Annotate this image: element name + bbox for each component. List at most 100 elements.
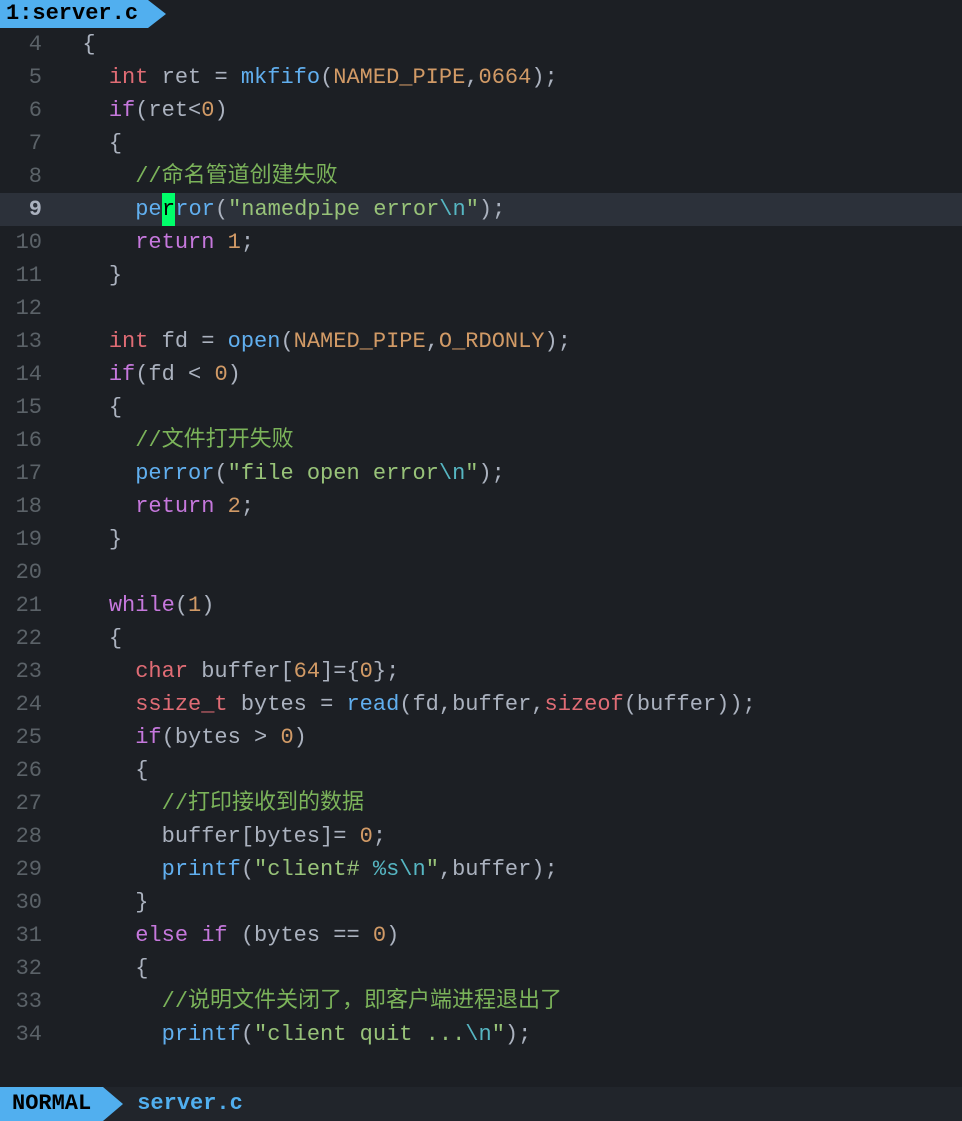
line-number: 12 — [0, 292, 56, 325]
line-number: 23 — [0, 655, 56, 688]
line-number: 21 — [0, 589, 56, 622]
line-number: 16 — [0, 424, 56, 457]
code-line[interactable]: 26 { — [0, 754, 962, 787]
code-content: if(bytes > 0) — [56, 721, 307, 754]
code-line[interactable]: 16 //文件打开失败 — [0, 424, 962, 457]
line-number: 8 — [0, 160, 56, 193]
line-number: 5 — [0, 61, 56, 94]
line-number: 33 — [0, 985, 56, 1018]
code-content: else if (bytes == 0) — [56, 919, 399, 952]
line-number: 9 — [0, 193, 56, 226]
code-line[interactable]: 21 while(1) — [0, 589, 962, 622]
line-number: 32 — [0, 952, 56, 985]
code-line[interactable]: 32 { — [0, 952, 962, 985]
line-number: 6 — [0, 94, 56, 127]
code-content: int ret = mkfifo(NAMED_PIPE,0664); — [56, 61, 558, 94]
code-content: { — [56, 754, 148, 787]
code-content: { — [56, 28, 96, 61]
code-line[interactable]: 31 else if (bytes == 0) — [0, 919, 962, 952]
code-line[interactable]: 34 printf("client quit ...\n"); — [0, 1018, 962, 1051]
code-content: { — [56, 127, 122, 160]
code-line[interactable]: 29 printf("client# %s\n",buffer); — [0, 853, 962, 886]
code-line[interactable]: 5 int ret = mkfifo(NAMED_PIPE,0664); — [0, 61, 962, 94]
code-line[interactable]: 19 } — [0, 523, 962, 556]
code-line[interactable]: 28 buffer[bytes]= 0; — [0, 820, 962, 853]
code-line[interactable]: 30 } — [0, 886, 962, 919]
line-number: 30 — [0, 886, 56, 919]
code-content: int fd = open(NAMED_PIPE,O_RDONLY); — [56, 325, 571, 358]
code-line[interactable]: 22 { — [0, 622, 962, 655]
code-content: char buffer[64]={0}; — [56, 655, 399, 688]
code-content: if(fd < 0) — [56, 358, 241, 391]
code-line[interactable]: 24 ssize_t bytes = read(fd,buffer,sizeof… — [0, 688, 962, 721]
code-line[interactable]: 14 if(fd < 0) — [0, 358, 962, 391]
line-number: 14 — [0, 358, 56, 391]
code-content: { — [56, 391, 122, 424]
code-content: while(1) — [56, 589, 214, 622]
line-number: 20 — [0, 556, 56, 589]
line-number: 27 — [0, 787, 56, 820]
code-line[interactable]: 20 — [0, 556, 962, 589]
line-number: 34 — [0, 1018, 56, 1051]
line-number: 11 — [0, 259, 56, 292]
code-line[interactable]: 27 //打印接收到的数据 — [0, 787, 962, 820]
line-number: 24 — [0, 688, 56, 721]
code-line[interactable]: 23 char buffer[64]={0}; — [0, 655, 962, 688]
code-line[interactable]: 6 if(ret<0) — [0, 94, 962, 127]
line-number: 22 — [0, 622, 56, 655]
code-content: } — [56, 886, 148, 919]
code-content: { — [56, 622, 122, 655]
line-number: 4 — [0, 28, 56, 61]
code-content: printf("client# %s\n",buffer); — [56, 853, 558, 886]
code-line[interactable]: 15 { — [0, 391, 962, 424]
buffer-tab-active[interactable]: 1: server.c — [0, 0, 148, 28]
status-bar: NORMAL server.c — [0, 1087, 962, 1121]
line-number: 29 — [0, 853, 56, 886]
code-line[interactable]: 10 return 1; — [0, 226, 962, 259]
line-number: 13 — [0, 325, 56, 358]
code-line[interactable]: 7 { — [0, 127, 962, 160]
code-line[interactable]: 33 //说明文件关闭了，即客户端进程退出了 — [0, 985, 962, 1018]
line-number: 17 — [0, 457, 56, 490]
mode-indicator: NORMAL — [0, 1087, 103, 1121]
code-content: { — [56, 952, 148, 985]
code-line[interactable]: 25 if(bytes > 0) — [0, 721, 962, 754]
line-number: 28 — [0, 820, 56, 853]
code-line[interactable]: 8 //命名管道创建失败 — [0, 160, 962, 193]
code-content: } — [56, 259, 122, 292]
code-line[interactable]: 9 perror("namedpipe error\n"); — [0, 193, 962, 226]
line-number: 26 — [0, 754, 56, 787]
code-line[interactable]: 13 int fd = open(NAMED_PIPE,O_RDONLY); — [0, 325, 962, 358]
code-content: //说明文件关闭了，即客户端进程退出了 — [56, 985, 562, 1018]
code-content: ssize_t bytes = read(fd,buffer,sizeof(bu… — [56, 688, 756, 721]
line-number: 7 — [0, 127, 56, 160]
code-line[interactable]: 17 perror("file open error\n"); — [0, 457, 962, 490]
code-content: if(ret<0) — [56, 94, 228, 127]
buffer-tab-filename: server.c — [32, 0, 138, 28]
code-content: printf("client quit ...\n"); — [56, 1018, 531, 1051]
code-line[interactable]: 18 return 2; — [0, 490, 962, 523]
code-content: //命名管道创建失败 — [56, 160, 338, 193]
code-editor[interactable]: 4 {5 int ret = mkfifo(NAMED_PIPE,0664);6… — [0, 28, 962, 1051]
code-content: return 2; — [56, 490, 254, 523]
line-number: 10 — [0, 226, 56, 259]
status-filename: server.c — [103, 1087, 243, 1121]
code-line[interactable]: 12 — [0, 292, 962, 325]
line-number: 19 — [0, 523, 56, 556]
code-content: perror("namedpipe error\n"); — [56, 193, 505, 226]
code-content: return 1; — [56, 226, 254, 259]
code-line[interactable]: 11 } — [0, 259, 962, 292]
line-number: 15 — [0, 391, 56, 424]
cursor: r — [162, 193, 176, 226]
line-number: 18 — [0, 490, 56, 523]
code-line[interactable]: 4 { — [0, 28, 962, 61]
code-content: buffer[bytes]= 0; — [56, 820, 386, 853]
line-number: 25 — [0, 721, 56, 754]
code-content: //打印接收到的数据 — [56, 787, 364, 820]
buffer-tab-index: 1 — [6, 0, 19, 28]
buffer-tab-bar: 1: server.c — [0, 0, 962, 28]
code-content: //文件打开失败 — [56, 424, 294, 457]
line-number: 31 — [0, 919, 56, 952]
code-content: perror("file open error\n"); — [56, 457, 505, 490]
code-content: } — [56, 523, 122, 556]
